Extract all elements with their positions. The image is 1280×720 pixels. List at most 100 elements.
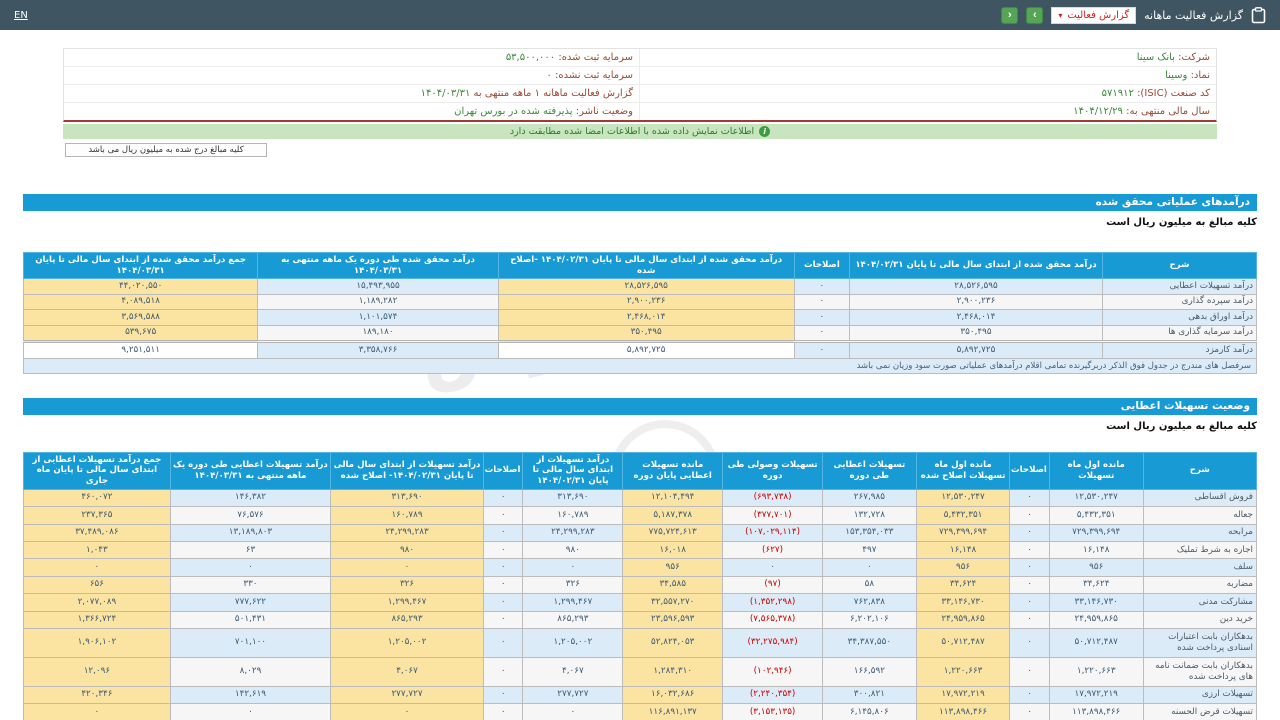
value-cell: ۶,۲۰۲,۱۰۶ bbox=[823, 611, 917, 628]
row-label: فروش اقساطی bbox=[1143, 489, 1256, 506]
value-cell: ۱۶۰,۷۸۹ bbox=[523, 507, 623, 524]
field-label: شرکت: bbox=[1178, 52, 1210, 63]
value-cell: ۶۵۶ bbox=[24, 576, 171, 593]
row-label: خرید دین bbox=[1143, 611, 1256, 628]
granted-facilities-table: شرحمانده اول ماه تسهیلاتاصلاحاتمانده اول… bbox=[23, 452, 1257, 720]
value-cell: ۱,۲۰۵,۰۰۲ bbox=[331, 629, 484, 658]
value-cell: ۰ bbox=[1010, 507, 1049, 524]
column-header: درآمد محقق شده از ابتدای سال مالی تا پای… bbox=[850, 253, 1103, 279]
value-cell: ۴۶۰,۰۷۲ bbox=[24, 489, 171, 506]
value-cell: ۰ bbox=[331, 559, 484, 576]
next-report-button[interactable]: › bbox=[1026, 7, 1043, 24]
value-cell: ۳۲۶ bbox=[331, 576, 484, 593]
value-cell: (۲,۲۴۰,۳۵۴) bbox=[723, 686, 823, 703]
value-cell: ۰ bbox=[523, 559, 623, 576]
value-cell: ۲۸,۵۲۶,۵۹۵ bbox=[850, 279, 1103, 294]
value-cell: ۱۳,۱۸۹,۸۰۳ bbox=[170, 524, 330, 541]
unit-note: کلیه مبالغ به میلیون ریال است bbox=[23, 217, 1257, 228]
value-cell: ۱,۲۲۰,۶۶۳ bbox=[916, 658, 1010, 687]
monthly-activity-report-page: نبض بورس nabzebourse.com گزارش فعالیت ما… bbox=[0, 0, 1280, 720]
value-cell: ۲,۹۰۰,۲۳۶ bbox=[498, 294, 794, 309]
value-cell: ۰ bbox=[1010, 658, 1049, 687]
field-value: ۰ bbox=[546, 70, 551, 81]
field-value: وسینا bbox=[1165, 70, 1187, 81]
value-cell: ۲۴,۹۵۹,۸۶۵ bbox=[1049, 611, 1143, 628]
symbol-field: نماد: وسینا bbox=[640, 67, 1216, 84]
value-cell: ۵,۱۸۷,۳۷۸ bbox=[623, 507, 723, 524]
value-cell: ۱,۹۰۶,۱۰۲ bbox=[24, 629, 171, 658]
report-type-selected: گزارش فعالیت bbox=[1067, 10, 1129, 21]
info-row: سال مالی منتهی به: ۱۴۰۴/۱۲/۲۹ وضعیت ناشر… bbox=[64, 103, 1216, 120]
value-cell: ۳۰۰,۸۲۱ bbox=[823, 686, 917, 703]
value-cell: ۷۷۷,۶۲۲ bbox=[170, 594, 330, 611]
value-cell: ۲۸,۵۲۶,۵۹۵ bbox=[498, 279, 794, 294]
value-cell: ۱,۲۹۹,۴۶۷ bbox=[523, 594, 623, 611]
value-cell: ۳۳,۱۴۶,۷۳۰ bbox=[916, 594, 1010, 611]
value-cell: ۱۵,۴۹۳,۹۵۵ bbox=[258, 279, 498, 294]
value-cell: ۰ bbox=[1010, 542, 1049, 559]
english-language-link[interactable]: EN bbox=[14, 10, 28, 21]
value-cell: ۰ bbox=[24, 704, 171, 720]
value-cell: (۳۷۷,۷۰۱) bbox=[723, 507, 823, 524]
top-navigation-bar: گزارش فعالیت ماهانه گزارش فعالیت ▾ › ‹ E… bbox=[0, 0, 1280, 30]
value-cell: ۲۶۷,۹۸۵ bbox=[823, 489, 917, 506]
value-cell: ۹۵۶ bbox=[916, 559, 1010, 576]
amount-unit-box: کلیه مبالغ درج شده به میلیون ریال می باش… bbox=[65, 143, 267, 157]
previous-report-button[interactable]: ‹ bbox=[1001, 7, 1018, 24]
field-label: وضعیت ناشر: bbox=[576, 106, 633, 117]
chevron-down-icon: ▾ bbox=[1058, 11, 1062, 20]
report-type-dropdown[interactable]: گزارش فعالیت ▾ bbox=[1051, 7, 1136, 24]
field-value: ۵۳,۵۰۰,۰۰۰ bbox=[506, 52, 555, 63]
notice-text: اطلاعات نمایش داده شده با اطلاعات امضا ش… bbox=[510, 126, 754, 137]
section-title-operating-revenues: درآمدهای عملیاتی محقق شده bbox=[23, 194, 1257, 211]
value-cell: ۱,۰۴۳ bbox=[24, 542, 171, 559]
value-cell: (۱۰۷,۰۲۹,۱۱۴) bbox=[723, 524, 823, 541]
value-cell: ۴۲۰,۳۴۶ bbox=[24, 686, 171, 703]
value-cell: ۰ bbox=[483, 658, 522, 687]
field-value: پذیرفته شده در بورس تهران bbox=[454, 106, 572, 117]
value-cell: ۳,۵۶۹,۵۸۸ bbox=[24, 310, 258, 325]
registered-capital-field: سرمایه ثبت شده: ۵۳,۵۰۰,۰۰۰ bbox=[64, 49, 640, 66]
row-label: درآمد کارمزد bbox=[1102, 342, 1256, 358]
value-cell: ۱۲,۱۰۴,۴۹۴ bbox=[623, 489, 723, 506]
value-cell: ۲۴,۹۵۹,۸۶۵ bbox=[916, 611, 1010, 628]
value-cell: ۳۱۳,۶۹۰ bbox=[331, 489, 484, 506]
value-cell: ۳۴,۶۲۴ bbox=[916, 576, 1010, 593]
value-cell: ۵,۸۹۲,۷۲۵ bbox=[498, 342, 794, 358]
column-header: درآمد تسهیلات از ابتدای سال مالی تا پایا… bbox=[331, 452, 484, 489]
value-cell: ۷۰۱,۱۰۰ bbox=[170, 629, 330, 658]
value-cell: ۲۴,۲۹۹,۲۸۳ bbox=[523, 524, 623, 541]
row-label: اجاره به شرط تملیک bbox=[1143, 542, 1256, 559]
column-header: اصلاحات bbox=[794, 253, 849, 279]
field-label: کد صنعت (ISIC): bbox=[1137, 88, 1210, 99]
row-label: سلف bbox=[1143, 559, 1256, 576]
field-value: ۱۴۰۴/۱۲/۲۹ bbox=[1073, 106, 1123, 117]
value-cell: ۵۳۹,۶۷۵ bbox=[24, 325, 258, 341]
value-cell: ۰ bbox=[483, 629, 522, 658]
value-cell: ۱۷,۹۷۲,۲۱۹ bbox=[1049, 686, 1143, 703]
value-cell: ۳۳,۱۴۶,۷۳۰ bbox=[1049, 594, 1143, 611]
value-cell: ۳۵۰,۴۹۵ bbox=[850, 325, 1103, 341]
value-cell: ۱۶,۱۴۸ bbox=[916, 542, 1010, 559]
value-cell: (۱,۳۵۲,۲۹۸) bbox=[723, 594, 823, 611]
field-label: نماد: bbox=[1191, 70, 1210, 81]
value-cell: ۰ bbox=[1010, 704, 1049, 720]
value-cell: ۱۸۹,۱۸۰ bbox=[258, 325, 498, 341]
value-cell: ۱۴۶,۳۸۲ bbox=[170, 489, 330, 506]
value-cell: ۱۶,۰۳۲,۶۸۶ bbox=[623, 686, 723, 703]
value-cell: (۱۰۲,۹۴۶) bbox=[723, 658, 823, 687]
row-label: مشارکت مدنی bbox=[1143, 594, 1256, 611]
value-cell: ۳۲,۵۵۷,۲۷۰ bbox=[623, 594, 723, 611]
value-cell: ۰ bbox=[1010, 559, 1049, 576]
value-cell: ۰ bbox=[1010, 524, 1049, 541]
column-header: شرح bbox=[1143, 452, 1256, 489]
value-cell: ۵۰۱,۴۳۱ bbox=[170, 611, 330, 628]
value-cell: ۲۷۷,۷۲۷ bbox=[523, 686, 623, 703]
value-cell: ۳۲۶ bbox=[523, 576, 623, 593]
value-cell: (۳,۱۵۳,۱۳۵) bbox=[723, 704, 823, 720]
value-cell: ۴۴,۰۲۰,۵۵۰ bbox=[24, 279, 258, 294]
info-row: شرکت: بانک سینا سرمایه ثبت شده: ۵۳,۵۰۰,۰… bbox=[64, 49, 1216, 67]
value-cell: ۰ bbox=[1010, 594, 1049, 611]
section-title-granted-facilities: وضعیت تسهیلات اعطایی bbox=[23, 398, 1257, 415]
value-cell: ۰ bbox=[483, 704, 522, 720]
